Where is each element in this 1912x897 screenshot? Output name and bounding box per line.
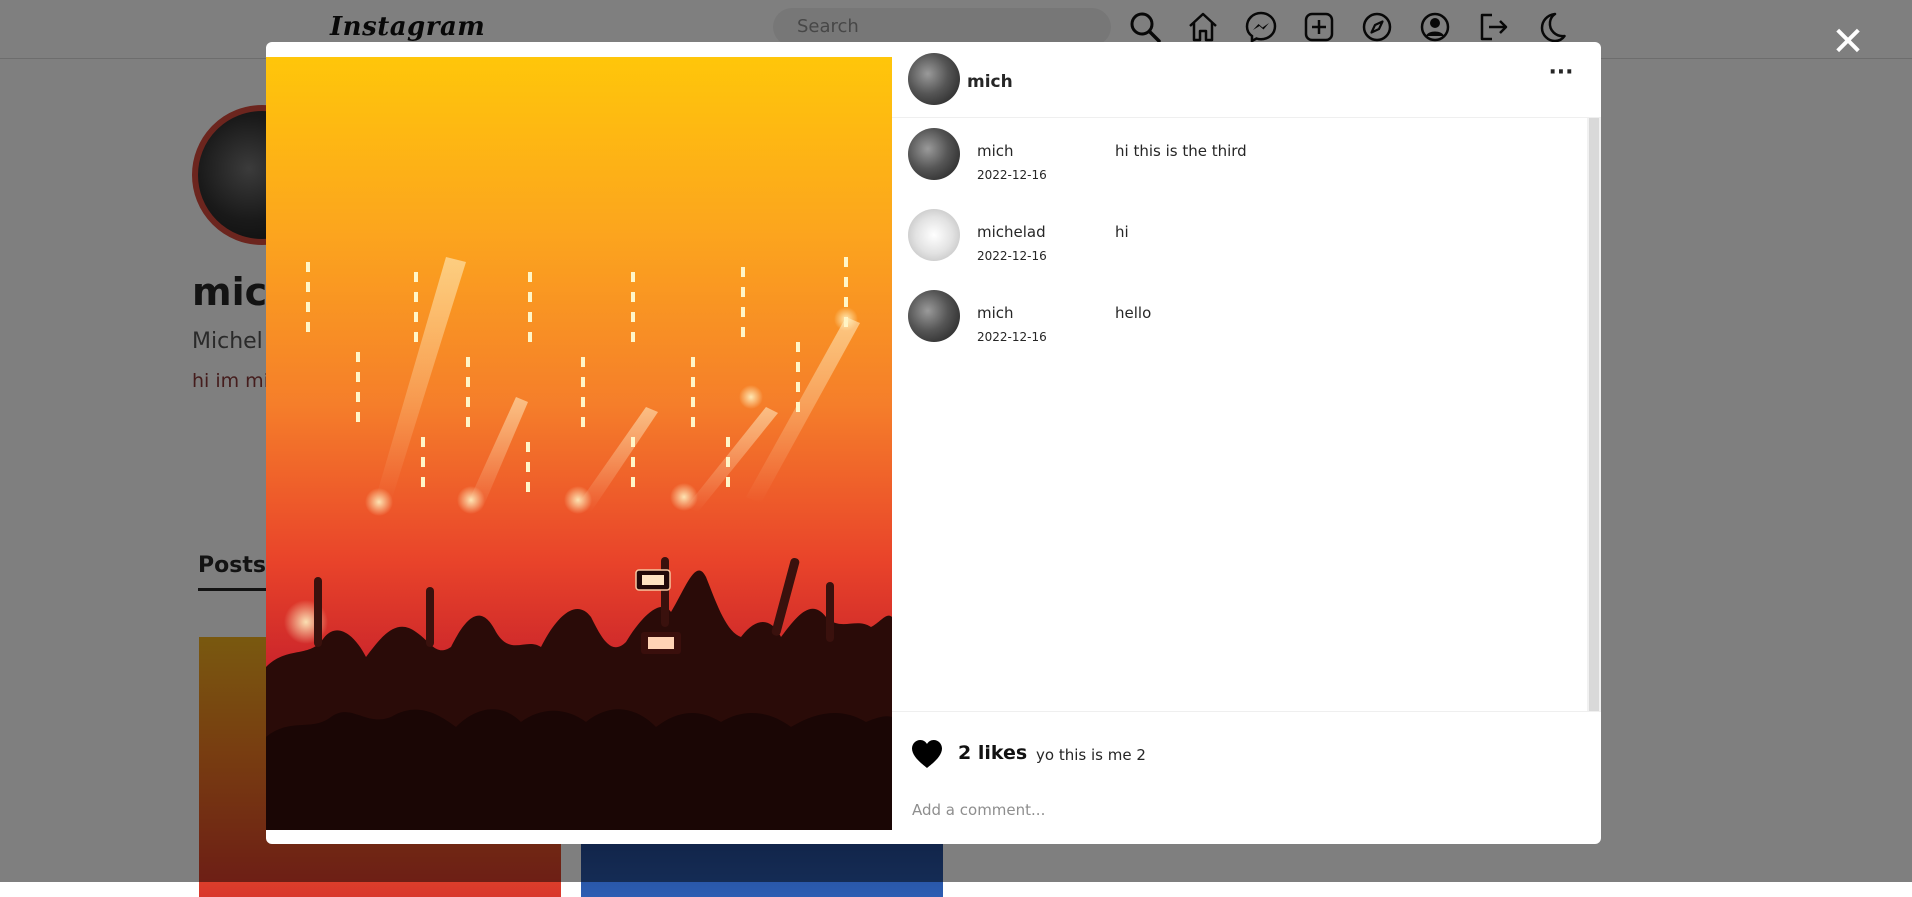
post-header: mich ··· (892, 42, 1601, 118)
comment-item: michelad 2022-12-16 hi (892, 209, 1587, 279)
add-comment-input[interactable] (912, 796, 1572, 824)
comment-date: 2022-12-16 (977, 168, 1047, 182)
post-actions: 2 likes yo this is me 2 (892, 711, 1601, 844)
likes-count[interactable]: 2 likes (958, 742, 1027, 764)
comment-item: mich 2022-12-16 hi this is the third (892, 128, 1587, 198)
comment-username[interactable]: michelad (977, 223, 1046, 241)
comment-date: 2022-12-16 (977, 249, 1047, 263)
post-caption: yo this is me 2 (1036, 746, 1146, 764)
author-username[interactable]: mich (967, 72, 1013, 92)
comment-avatar[interactable] (908, 290, 960, 342)
comment-text: hi (1115, 223, 1129, 241)
comments-list[interactable]: mich 2022-12-16 hi this is the third mic… (892, 118, 1587, 711)
post-image (266, 57, 892, 830)
comment-username[interactable]: mich (977, 304, 1014, 322)
close-icon[interactable]: ✕ (1828, 22, 1868, 62)
comment-avatar[interactable] (908, 128, 960, 180)
post-sidebar: mich ··· mich 2022-12-16 hi this is the … (892, 42, 1601, 844)
comments-scrollbar-thumb[interactable] (1589, 118, 1599, 711)
heart-icon[interactable] (910, 738, 944, 770)
author-avatar[interactable] (908, 53, 960, 105)
comment-text: hello (1115, 304, 1152, 322)
comment-avatar[interactable] (908, 209, 960, 261)
more-options-icon[interactable]: ··· (1546, 62, 1576, 88)
comment-text: hi this is the third (1115, 142, 1247, 160)
comment-date: 2022-12-16 (977, 330, 1047, 344)
comment-item: mich 2022-12-16 hello (892, 290, 1587, 360)
concert-photo (266, 257, 892, 830)
post-modal: mich ··· mich 2022-12-16 hi this is the … (266, 42, 1601, 844)
comment-username[interactable]: mich (977, 142, 1014, 160)
